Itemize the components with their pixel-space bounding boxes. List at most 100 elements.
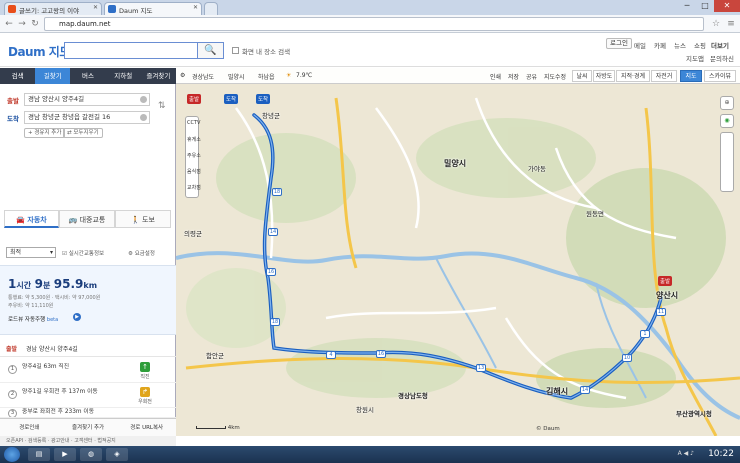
tab-directions[interactable]: 길찾기: [35, 68, 71, 84]
route-step[interactable]: 2 양주1길 우회전 후 137m 이동 ↱ 우회전: [0, 383, 176, 408]
minimize-button[interactable]: ─: [678, 0, 696, 12]
search-button[interactable]: 🔍: [198, 42, 224, 59]
map-label-changnyeong[interactable]: 창녕군: [262, 110, 280, 120]
gas-station-icon[interactable]: 주유소: [187, 152, 201, 159]
origin-marker[interactable]: 출발: [658, 276, 673, 286]
map-label-changwon[interactable]: 창원시: [356, 404, 374, 414]
tab-search[interactable]: 검색: [0, 68, 35, 84]
cafe-link[interactable]: 카페: [654, 40, 666, 50]
current-location-icon[interactable]: ◉: [720, 114, 734, 128]
swap-icon[interactable]: ⇅: [158, 101, 166, 111]
destination-marker[interactable]: 도착: [256, 94, 271, 104]
reload-icon[interactable]: ↻: [29, 18, 41, 30]
bicycle-layer-button[interactable]: 자전거: [651, 70, 677, 82]
daum-logo[interactable]: Daum 지도: [8, 43, 70, 60]
intersection-icon[interactable]: 교차점: [187, 184, 201, 191]
mail-link[interactable]: 메일: [634, 40, 646, 50]
origin-input[interactable]: 경남 양산시 양주4길: [24, 93, 150, 106]
compass-icon[interactable]: ⊕: [720, 96, 734, 110]
tab-favorites[interactable]: 즐겨찾기: [141, 68, 176, 84]
new-tab-button[interactable]: [204, 2, 218, 15]
route-step[interactable]: 3 중부로 좌회전 후 233m 이동: [0, 408, 176, 418]
zoom-slider[interactable]: [720, 132, 734, 192]
news-link[interactable]: 뉴스: [674, 40, 686, 50]
route-step[interactable]: 1 양주4길 63m 직진 ↑ 직진: [0, 358, 176, 383]
edit-map-button[interactable]: 지도수정: [544, 72, 566, 81]
weather-layer-button[interactable]: 날씨: [572, 70, 592, 82]
topo-layer-button[interactable]: 자방도: [593, 70, 615, 82]
maximize-button[interactable]: □: [696, 0, 714, 12]
map-label-gimhae[interactable]: 김해시: [546, 386, 568, 397]
area-search-checkbox[interactable]: [232, 47, 239, 54]
shopping-link[interactable]: 쇼핑: [694, 40, 706, 50]
region-city[interactable]: 밀양시: [228, 72, 245, 81]
map-label-miryang[interactable]: 밀양시: [444, 158, 466, 169]
start-button[interactable]: [4, 447, 20, 462]
back-icon[interactable]: ←: [3, 18, 15, 30]
app-taskbar-icon[interactable]: ◈: [106, 448, 128, 461]
region-province[interactable]: 경상남도: [192, 72, 214, 81]
clear-all-button[interactable]: ⇄ 모두지우기: [63, 128, 103, 138]
login-button[interactable]: 로그인: [606, 38, 632, 49]
star-icon[interactable]: ☆: [710, 18, 722, 30]
browser-tab-active[interactable]: Daum 지도 ✕: [104, 2, 202, 15]
media-taskbar-icon[interactable]: ▶: [54, 448, 76, 461]
print-map-button[interactable]: 인쇄: [490, 72, 501, 81]
add-waypoint-button[interactable]: + 경유지 추가: [24, 128, 66, 138]
map-label-gaya[interactable]: 가야동: [528, 163, 546, 173]
clear-dest-icon[interactable]: [140, 114, 147, 121]
tab-bus[interactable]: 버스: [70, 68, 105, 84]
settings-icon[interactable]: ⚙: [180, 72, 185, 79]
tab-car[interactable]: 🚘 자동차: [4, 210, 59, 228]
map-search-input[interactable]: [64, 42, 198, 59]
map-label-uiryeong[interactable]: 의령군: [184, 228, 202, 238]
map-label-wondong[interactable]: 원동면: [586, 208, 604, 218]
menu-icon[interactable]: ≡: [725, 18, 737, 30]
realtime-traffic-checkbox[interactable]: ☑ 실시간교통정보: [62, 249, 104, 257]
forward-icon[interactable]: →: [16, 18, 28, 30]
close-tab-icon[interactable]: ✕: [193, 4, 198, 11]
clock[interactable]: 10:22: [708, 449, 734, 459]
map-label-yangsan[interactable]: 양산시: [656, 290, 678, 301]
route-option-select[interactable]: 최적 ▾: [6, 247, 56, 258]
map-canvas[interactable]: ⚙ 경상남도 밀양시 하남읍 ☀ 7.9℃ 인쇄 저장 공유 지도수정 날씨 자…: [176, 68, 740, 436]
explorer-taskbar-icon[interactable]: ▤: [28, 448, 50, 461]
region-town[interactable]: 하남읍: [258, 72, 275, 81]
car-tab-label: 자동차: [27, 216, 47, 224]
map-label-haman[interactable]: 함안군: [206, 350, 224, 360]
cctv-icon[interactable]: CCTV: [187, 120, 200, 126]
map-label-gyeongnam-office[interactable]: 경상남도청: [398, 390, 428, 400]
more-link[interactable]: 더보기: [711, 40, 729, 50]
map-label-busan-cityhall[interactable]: 부산광역시청: [676, 408, 712, 418]
tab-transit[interactable]: 🚌 대중교통: [59, 210, 115, 228]
share-map-button[interactable]: 공유: [526, 72, 537, 81]
system-tray[interactable]: A ◀ ♪: [678, 450, 694, 457]
add-favorite-button[interactable]: 즐겨찾기 추가: [59, 419, 118, 436]
browser-tab[interactable]: 글쓰기: 고고왕의 이야 ✕: [4, 2, 102, 15]
map-app-link[interactable]: 지도앱: [686, 53, 704, 63]
clear-origin-icon[interactable]: [140, 96, 147, 103]
fee-settings-link[interactable]: ⚙ 요금설정: [128, 249, 155, 257]
copy-url-button[interactable]: 경로 URL복사: [117, 419, 176, 436]
close-tab-icon[interactable]: ✕: [93, 4, 98, 11]
print-route-button[interactable]: 경로인쇄: [0, 419, 59, 436]
tab-walk[interactable]: 🚶 도보: [115, 210, 171, 228]
inquiry-link[interactable]: 문의하신: [710, 53, 734, 63]
map-view-button[interactable]: 지도: [680, 70, 702, 82]
save-map-button[interactable]: 저장: [508, 72, 519, 81]
road-shield: 16: [376, 350, 386, 358]
restaurant-icon[interactable]: 음식점: [187, 168, 201, 175]
destination-input[interactable]: 경남 창녕군 창녕읍 갈전길 16: [24, 111, 150, 124]
rest-area-icon[interactable]: 휴게소: [187, 136, 201, 143]
tab-subway[interactable]: 지하철: [106, 68, 141, 84]
play-icon[interactable]: ▶: [73, 313, 81, 321]
roadview-autoplay-link[interactable]: 로드뷰 자동주행 beta: [8, 315, 58, 323]
close-window-button[interactable]: ✕: [714, 0, 740, 12]
route-time-distance: 1시간 9분 95.9km: [8, 277, 97, 291]
address-bar[interactable]: map.daum.net: [44, 17, 704, 31]
step-number: 1: [8, 365, 17, 374]
chrome-taskbar-icon[interactable]: ◍: [80, 448, 102, 461]
skyview-button[interactable]: 스카이뷰: [704, 70, 736, 82]
cadastral-layer-button[interactable]: 지적·경계: [616, 70, 650, 82]
right-turn-icon: ↱: [140, 387, 150, 397]
